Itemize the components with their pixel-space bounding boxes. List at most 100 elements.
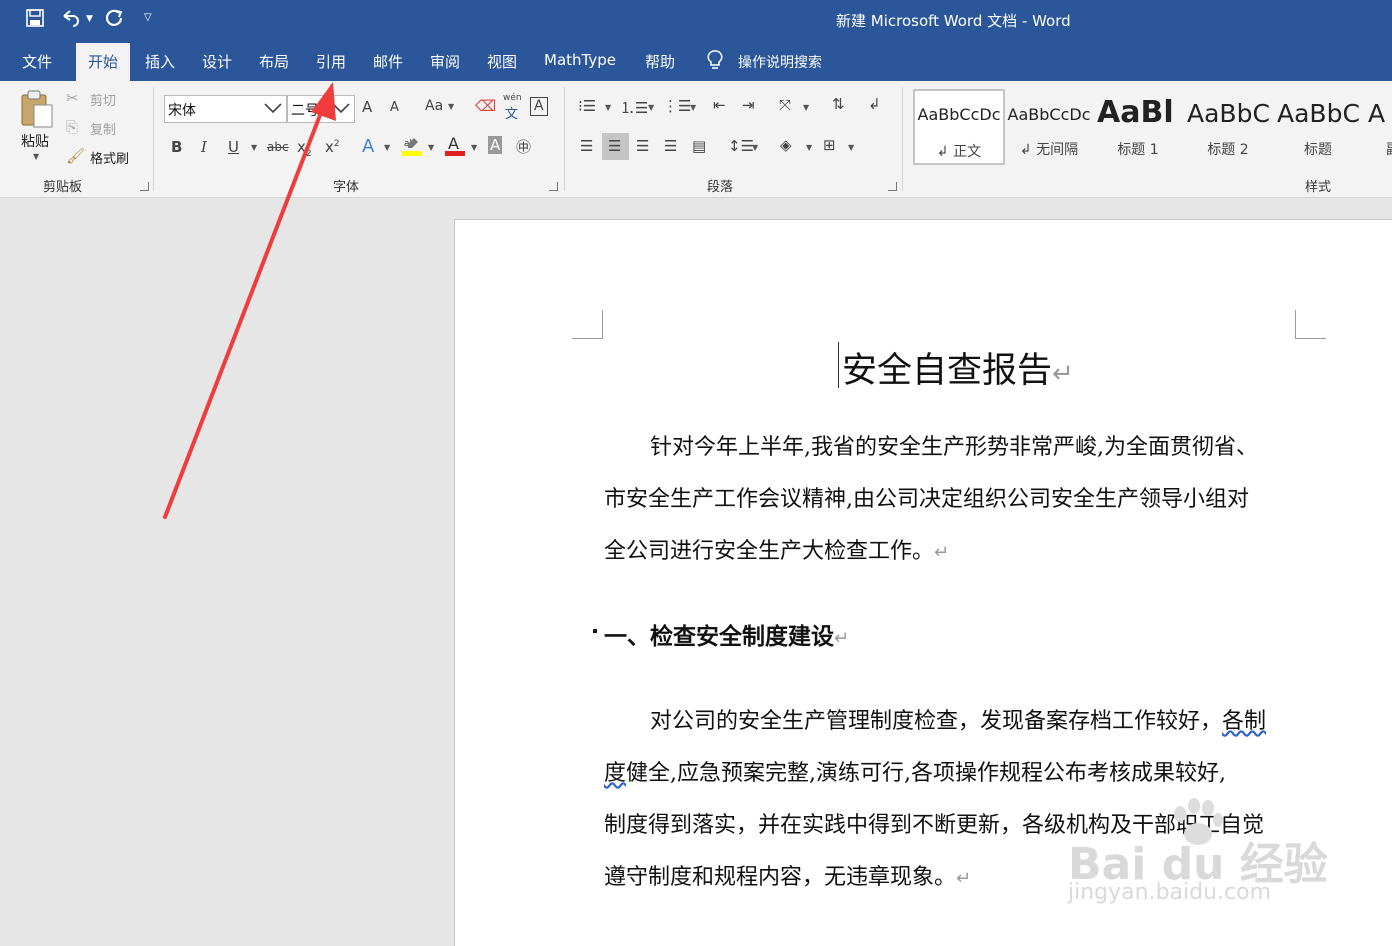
body-line[interactable]: 遵守制度和规程内容，无违章现象。↵: [604, 859, 971, 891]
body-line[interactable]: 对公司的安全生产管理制度检查，发现备案存档工作较好，各制: [650, 703, 1266, 735]
group-separator: [564, 87, 565, 191]
format-painter-button[interactable]: 格式刷: [90, 148, 129, 167]
customize-toolbar-icon[interactable]: ▽: [144, 12, 152, 23]
superscript-label: x: [325, 138, 334, 156]
undo-icon[interactable]: [60, 9, 82, 31]
tab-file[interactable]: 文件: [22, 51, 52, 72]
clear-formatting-icon[interactable]: ⌫: [475, 97, 496, 115]
body-line-text: 对公司的安全生产管理制度检查，发现备案存档工作较好，: [650, 709, 1223, 734]
tab-layout[interactable]: 布局: [259, 51, 289, 72]
multilevel-dropdown-icon[interactable]: ▼: [690, 103, 696, 112]
shading-dropdown-icon[interactable]: ▼: [806, 143, 812, 152]
text-effects-dropdown-icon[interactable]: ▼: [384, 143, 390, 152]
underline-button[interactable]: U: [228, 138, 239, 156]
document-title[interactable]: 安全自查报告↵: [842, 342, 1074, 393]
undo-dropdown-icon[interactable]: ▼: [86, 14, 93, 24]
title-bar: ▼ ▽ 新建 Microsoft Word 文档 - Word: [0, 0, 1392, 40]
italic-button[interactable]: I: [201, 138, 207, 156]
font-group-label: 字体: [333, 180, 360, 195]
borders-icon[interactable]: ⊞: [823, 136, 836, 154]
tab-review[interactable]: 审阅: [430, 51, 460, 72]
subscript-button[interactable]: x2: [297, 138, 312, 159]
chevron-down-icon[interactable]: [264, 97, 282, 121]
tab-mathtype[interactable]: MathType: [544, 51, 616, 69]
cut-button[interactable]: 剪切: [90, 90, 116, 109]
distributed-icon[interactable]: ▤: [692, 137, 706, 155]
clipboard-dialog-launcher[interactable]: [140, 182, 149, 191]
text-effects-icon[interactable]: A: [362, 136, 374, 157]
character-shading-icon[interactable]: A: [488, 136, 503, 154]
tab-mailings[interactable]: 邮件: [373, 51, 403, 72]
change-case-icon[interactable]: Aa: [425, 98, 443, 114]
superscript-button[interactable]: x2: [325, 138, 340, 156]
style-heading-2[interactable]: AaBbC 标题 2: [1187, 89, 1269, 161]
justify-icon[interactable]: ☰: [664, 137, 677, 155]
numbering-dropdown-icon[interactable]: ▼: [648, 103, 654, 112]
font-color-icon[interactable]: A: [445, 134, 465, 161]
paste-icon[interactable]: [20, 89, 54, 133]
save-icon[interactable]: [26, 9, 44, 31]
grow-font-icon[interactable]: A: [362, 98, 372, 116]
group-separator: [902, 87, 903, 191]
multilevel-list-icon[interactable]: ⋮☰: [663, 97, 691, 115]
tab-insert[interactable]: 插入: [145, 51, 175, 72]
change-case-dropdown-icon[interactable]: ▼: [448, 102, 454, 111]
spelling-underline: 度: [604, 761, 627, 786]
tab-references[interactable]: 引用: [316, 51, 346, 72]
enclose-characters-icon[interactable]: ㊥: [516, 136, 531, 157]
style-heading-1[interactable]: AaBl 标题 1: [1097, 89, 1179, 161]
style-subtitle[interactable]: A 副: [1368, 89, 1392, 161]
tab-view[interactable]: 视图: [487, 51, 517, 72]
align-right-icon[interactable]: ☰: [636, 137, 649, 155]
body-line[interactable]: 针对今年上半年,我省的安全生产形势非常严峻,为全面贯彻省、: [650, 429, 1258, 461]
heading-1[interactable]: 一、检查安全制度建设↵: [604, 617, 849, 651]
font-name-combo[interactable]: 宋体: [164, 95, 287, 123]
bullets-dropdown-icon[interactable]: ▼: [605, 103, 611, 112]
chinese-layout-dropdown-icon[interactable]: ▼: [803, 103, 809, 112]
sort-icon[interactable]: ⇅: [832, 95, 845, 113]
bullets-icon[interactable]: ⁝☰: [578, 97, 596, 115]
show-marks-icon[interactable]: ↲: [868, 95, 881, 113]
numbering-icon[interactable]: ⒈☰: [620, 97, 648, 118]
style-no-spacing[interactable]: AaBbCcDc ↲ 无间隔: [1005, 89, 1093, 161]
phonetic-guide-icon[interactable]: wén: [503, 93, 522, 103]
ribbon-tabs: 文件 开始 插入 设计 布局 引用 邮件 审阅 视图 MathType 帮助 操…: [0, 40, 1392, 81]
align-left-icon[interactable]: ☰: [580, 137, 593, 155]
body-line[interactable]: 全公司进行安全生产大检查工作。↵: [604, 533, 949, 565]
line-spacing-icon[interactable]: ↕☰: [728, 137, 754, 155]
copy-button[interactable]: 复制: [90, 119, 116, 138]
tab-home[interactable]: 开始: [88, 51, 118, 72]
style-preview: AaBbC: [1277, 99, 1359, 128]
character-border-icon[interactable]: A: [530, 97, 548, 116]
body-line[interactable]: 市安全生产工作会议精神,由公司决定组织公司安全生产领导小组对: [604, 481, 1249, 513]
strikethrough-button[interactable]: abc: [267, 140, 289, 154]
paragraph-dialog-launcher[interactable]: [888, 182, 897, 191]
line-spacing-dropdown-icon[interactable]: ▼: [752, 143, 758, 152]
tab-design[interactable]: 设计: [202, 51, 232, 72]
highlight-icon[interactable]: ab: [402, 135, 422, 161]
borders-dropdown-icon[interactable]: ▼: [848, 143, 854, 152]
chinese-layout-icon[interactable]: ⤧: [779, 96, 791, 114]
font-dialog-launcher[interactable]: [549, 182, 558, 191]
underline-dropdown-icon[interactable]: ▼: [251, 143, 257, 152]
font-color-dropdown-icon[interactable]: ▼: [471, 143, 477, 152]
align-center-icon[interactable]: ☰: [608, 137, 621, 155]
paste-button[interactable]: 粘贴: [21, 131, 49, 151]
shading-icon[interactable]: ◈: [780, 136, 792, 154]
tab-help[interactable]: 帮助: [645, 51, 675, 72]
font-size-combo[interactable]: 二号: [287, 95, 355, 123]
body-line[interactable]: 度健全,应急预案完整,演练可行,各项操作规程公布考核成果较好,: [604, 755, 1226, 787]
chevron-down-icon[interactable]: [332, 97, 350, 121]
paste-dropdown-icon[interactable]: ▼: [33, 152, 39, 161]
body-line-text: 遵守制度和规程内容，无违章现象。: [604, 865, 957, 890]
highlight-dropdown-icon[interactable]: ▼: [428, 143, 434, 152]
decrease-indent-icon[interactable]: ⇤: [713, 96, 726, 114]
redo-icon[interactable]: [105, 9, 124, 31]
shrink-font-icon[interactable]: A: [390, 100, 399, 115]
increase-indent-icon[interactable]: ⇥: [742, 96, 755, 114]
style-title[interactable]: AaBbC 标题: [1277, 89, 1359, 161]
bold-button[interactable]: B: [171, 138, 182, 156]
svg-text:A: A: [448, 135, 459, 153]
style-normal[interactable]: AaBbCcDc ↲ 正文: [913, 89, 1005, 165]
tell-me-search[interactable]: 操作说明搜索: [738, 52, 822, 72]
